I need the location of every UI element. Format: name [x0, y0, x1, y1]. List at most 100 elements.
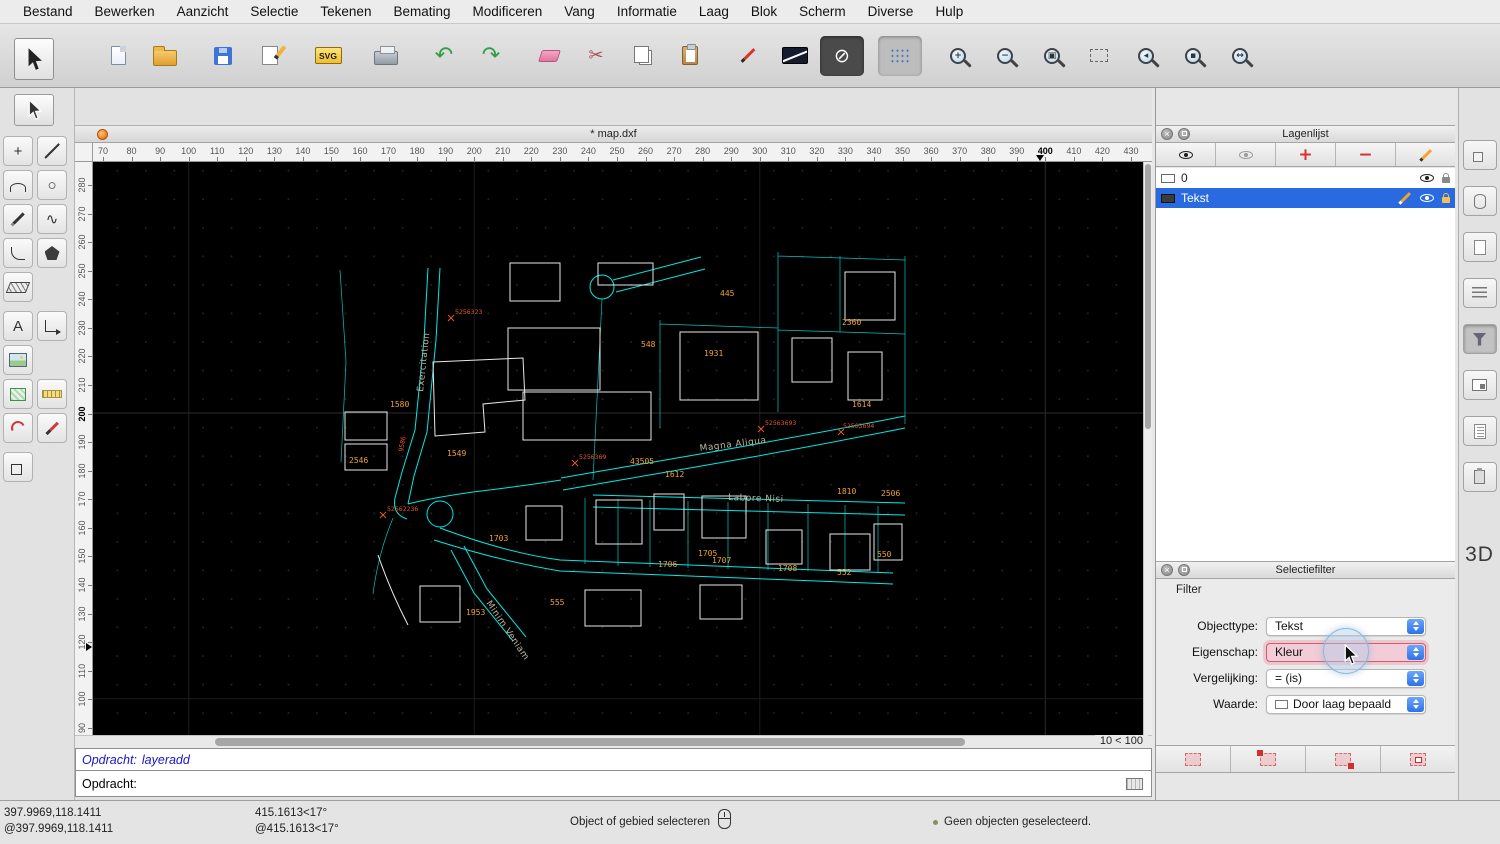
vertical-scrollbar[interactable]	[1143, 162, 1152, 735]
waarde-popup[interactable]: Door laag bepaald	[1266, 694, 1426, 714]
undo-button[interactable]: ↶	[422, 36, 466, 76]
line-tool-button[interactable]	[37, 136, 67, 166]
hatch-region-tool-button[interactable]	[3, 272, 33, 302]
palette-section: A	[3, 311, 71, 443]
menu-tekenen[interactable]: Tekenen	[309, 4, 382, 19]
ruler-tick-label: 220	[77, 348, 87, 364]
vergelijking-value: = (is)	[1275, 671, 1302, 685]
layer-visibility-others-button[interactable]	[1216, 143, 1276, 166]
coordinate-relative: @397.9969,118.1411	[4, 823, 114, 835]
trim-tool-button[interactable]	[3, 413, 33, 443]
linetype-button[interactable]	[773, 36, 817, 76]
open-file-button[interactable]	[143, 36, 187, 76]
pen-icon[interactable]	[1397, 191, 1412, 205]
filter-select-button[interactable]	[1156, 746, 1231, 772]
selection-tool-button[interactable]	[14, 38, 54, 80]
menu-informatie[interactable]: Informatie	[606, 4, 688, 19]
zoom-out-button[interactable]: −	[983, 36, 1027, 76]
menu-aanzicht[interactable]: Aanzicht	[166, 4, 240, 19]
menu-bemating[interactable]: Bemating	[382, 4, 461, 19]
menu-scherm[interactable]: Scherm	[788, 4, 857, 19]
menu-laag[interactable]: Laag	[688, 4, 740, 19]
zoom-previous-button[interactable]: ◂	[1124, 36, 1168, 76]
fillet-tool-button[interactable]	[3, 238, 33, 268]
menu-bestand[interactable]: Bestand	[12, 4, 84, 19]
pen-style-button[interactable]	[726, 36, 770, 76]
menu-diverse[interactable]: Diverse	[857, 4, 925, 19]
circle-slash-tool-button[interactable]: ⊘	[820, 35, 864, 76]
float-panel-icon[interactable]	[1178, 564, 1190, 576]
zoom-region-button[interactable]	[1077, 36, 1121, 76]
filter-section-label: Filter	[1176, 584, 1202, 596]
image-tool-button[interactable]	[3, 345, 33, 375]
layer-row-0[interactable]: 0	[1156, 168, 1455, 188]
layer-row-tekst[interactable]: Tekst	[1156, 188, 1455, 208]
measure-tool-button[interactable]	[37, 379, 67, 409]
horizontal-scrollbar[interactable]	[75, 735, 1152, 748]
add-layer-button[interactable]: +	[1276, 143, 1336, 166]
zoom-in-button[interactable]: +	[936, 36, 980, 76]
arc-tool-button[interactable]	[3, 170, 33, 200]
layer-visible-toggle-button[interactable]	[1156, 143, 1216, 166]
filter-select-visible-button[interactable]	[1381, 746, 1455, 772]
menu-vang[interactable]: Vang	[553, 4, 606, 19]
panel-selection-filter-button[interactable]	[1462, 324, 1497, 354]
spline-tool-button[interactable]: ∿	[37, 204, 67, 234]
menu-modificeren[interactable]: Modificeren	[462, 4, 554, 19]
print-preview-button[interactable]	[364, 36, 408, 76]
ruler-tick-label: 190	[438, 146, 454, 156]
panel-frames-button[interactable]	[1462, 370, 1497, 400]
polygon-tool-button[interactable]	[37, 238, 67, 268]
fill-tool-button[interactable]	[3, 379, 33, 409]
panel-layers-list-button[interactable]	[1462, 278, 1497, 308]
open-file-icon	[153, 45, 177, 66]
text-tool-button[interactable]: A	[3, 311, 33, 341]
new-file-button[interactable]	[96, 36, 140, 76]
eye-icon[interactable]	[1420, 174, 1434, 182]
point-tool-button[interactable]: +	[3, 136, 33, 166]
menu-selectie[interactable]: Selectie	[239, 4, 309, 19]
panel-views-button[interactable]	[1462, 186, 1497, 216]
knife-tool-button[interactable]	[37, 413, 67, 443]
dimension-tool-button[interactable]	[37, 311, 67, 341]
eye-icon[interactable]	[1420, 194, 1434, 202]
panel-clipboard-button[interactable]	[1462, 462, 1497, 492]
float-panel-icon[interactable]	[1178, 128, 1190, 140]
grid-toggle-button[interactable]	[878, 35, 922, 76]
vertical-scrollbar-thumb[interactable]	[1145, 164, 1151, 429]
panel-notes-button[interactable]	[1462, 416, 1497, 446]
cut-button[interactable]: ✂	[574, 36, 618, 76]
circle-tool-button[interactable]: ○	[37, 170, 67, 200]
horizontal-scrollbar-thumb[interactable]	[215, 738, 965, 746]
filter-subtract-selection-button[interactable]	[1306, 746, 1381, 772]
keyboard-icon[interactable]	[1126, 778, 1143, 790]
palette-selection-tool-button[interactable]	[14, 94, 54, 126]
panel-sheets-button[interactable]	[1462, 232, 1497, 262]
edit-layer-button[interactable]	[1396, 143, 1455, 166]
panel-perspective-button[interactable]	[1462, 140, 1497, 170]
paste-button[interactable]	[668, 36, 712, 76]
menu-blok[interactable]: Blok	[740, 4, 788, 19]
drawing-canvas[interactable]: 445 2360 548 1931 1614 1580 2546 1549 43505 1612 1…	[93, 162, 1143, 735]
redo-button[interactable]: ↷	[469, 36, 513, 76]
zoom-window-button[interactable]: ▪	[1171, 36, 1215, 76]
lock-icon[interactable]	[1442, 173, 1450, 183]
lock-icon[interactable]	[1442, 193, 1450, 203]
freehand-tool-button[interactable]	[3, 204, 33, 234]
command-input-line[interactable]: Opdracht:	[75, 771, 1152, 797]
zoom-extents-button[interactable]: ▣	[1030, 36, 1074, 76]
filter-add-selection-button[interactable]	[1231, 746, 1306, 772]
remove-layer-button[interactable]: −	[1336, 143, 1396, 166]
solids-tool-button[interactable]	[3, 452, 33, 482]
close-icon[interactable]: ×	[1161, 128, 1173, 140]
copy-button[interactable]	[621, 36, 665, 76]
menu-bewerken[interactable]: Bewerken	[84, 4, 166, 19]
zoom-dynamic-button[interactable]: ↔	[1218, 36, 1262, 76]
svg-export-button[interactable]: SVG	[306, 36, 350, 76]
menu-hulp[interactable]: Hulp	[924, 4, 974, 19]
save-file-button[interactable]	[201, 36, 245, 76]
close-icon[interactable]: ×	[1161, 564, 1173, 576]
filter-row-vergelijking: Vergelijking: = (is)	[1166, 667, 1445, 689]
erase-button[interactable]	[527, 36, 571, 76]
edit-drawing-button[interactable]	[248, 36, 292, 76]
